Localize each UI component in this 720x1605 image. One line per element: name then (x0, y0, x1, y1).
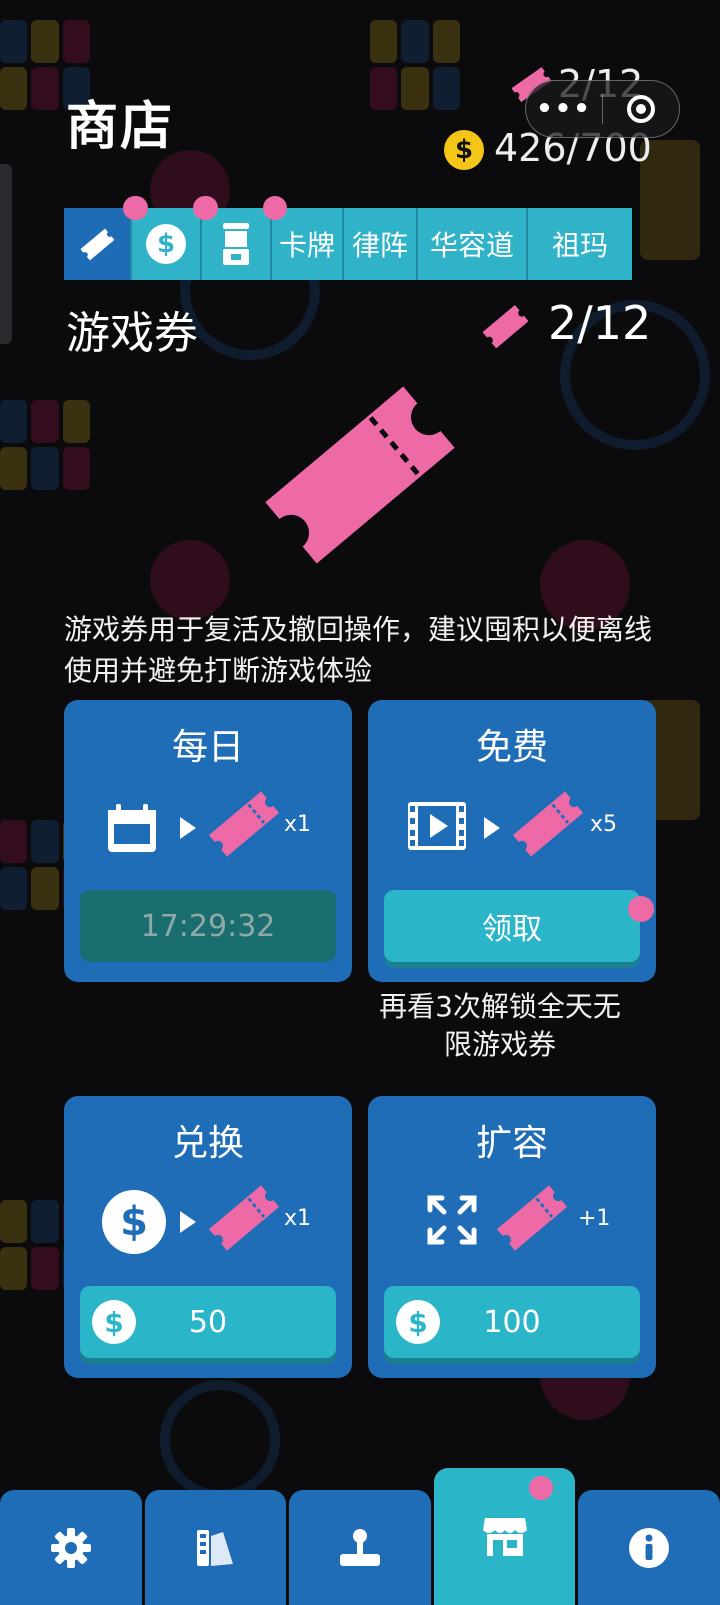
arrow-right-icon (180, 1211, 196, 1233)
exchange-card: 兑换 $ x1 $ 50 (64, 1096, 352, 1378)
daily-card: 每日 x1 17:29:32 (64, 700, 352, 982)
bottom-nav (0, 1468, 720, 1605)
multiplier-label: +1 (578, 1206, 611, 1231)
free-card: 免费 x5 领取 (368, 700, 656, 982)
joystick-icon (339, 1528, 380, 1566)
calendar-icon (108, 804, 156, 852)
more-dots-icon[interactable]: ••• (526, 94, 602, 124)
tab-badge (193, 196, 217, 220)
tab-law[interactable]: 律阵 (344, 208, 418, 280)
arrow-right-icon (180, 817, 196, 839)
ticket-icon (496, 1185, 568, 1251)
page-title: 商店 (66, 97, 175, 157)
section-title: 游戏券 (66, 308, 198, 359)
arrow-right-icon (484, 817, 500, 839)
store-icon (482, 1517, 527, 1556)
nav-info[interactable] (578, 1490, 720, 1605)
expand-icon (427, 1195, 477, 1245)
nav-games[interactable] (289, 1490, 431, 1605)
nav-settings[interactable] (0, 1490, 142, 1605)
price-label: 100 (483, 1304, 541, 1340)
unlock-note: 再看3次解锁全天无限游戏券 (379, 990, 621, 1061)
side-handle[interactable] (0, 164, 12, 344)
nav-themes[interactable] (144, 1490, 287, 1605)
expand-card: 扩容 +1 $ 100 (368, 1096, 656, 1378)
card-title: 免费 (475, 727, 548, 768)
card-title: 扩容 (475, 1123, 548, 1164)
ticket-icon (80, 228, 115, 261)
description-text: 游戏券用于复活及撤回操作，建议囤积以便离线使用并避免打断游戏体验 (64, 613, 653, 687)
coin-icon: $ (146, 224, 186, 264)
info-icon (629, 1527, 670, 1568)
shop-tabs: $ 卡牌 律阵 华容道 祖玛 (64, 196, 632, 280)
tab-klotski[interactable]: 华容道 (418, 208, 528, 280)
daily-timer-button[interactable]: 17:29:32 (80, 890, 336, 962)
tab-badge (123, 196, 147, 220)
card-title: 每日 (171, 727, 244, 768)
claim-button[interactable]: 领取 (384, 890, 640, 962)
card-badge (628, 896, 654, 922)
coin-icon: $ (396, 1300, 440, 1344)
coin-icon: $ (444, 130, 484, 170)
tab-coins[interactable]: $ (124, 196, 202, 280)
gacha-machine-icon (223, 223, 249, 265)
mini-program-capsule: ••• (525, 80, 680, 138)
tab-tickets[interactable] (64, 208, 132, 280)
tab-gacha[interactable] (194, 196, 272, 280)
tab-badge (263, 196, 287, 220)
multiplier-label: x1 (284, 812, 312, 837)
gear-icon (50, 1527, 91, 1568)
video-icon (408, 802, 466, 850)
target-close-icon[interactable] (603, 95, 679, 123)
coin-icon: $ (92, 1300, 136, 1344)
tab-cards[interactable]: 卡牌 (272, 208, 344, 280)
ticket-icon (482, 305, 529, 348)
expand-price-button[interactable]: $ 100 (384, 1286, 640, 1358)
ticket-count: 2/12 (548, 296, 652, 350)
palette-icon (197, 1529, 234, 1566)
price-label: 50 (188, 1304, 228, 1340)
coin-icon: $ (102, 1190, 166, 1254)
tab-zuma[interactable]: 祖玛 (528, 208, 632, 280)
ticket-icon (208, 791, 280, 857)
ticket-icon (208, 1185, 280, 1251)
exchange-price-button[interactable]: $ 50 (80, 1286, 336, 1358)
ticket-icon (512, 791, 584, 857)
multiplier-label: x5 (590, 812, 618, 837)
large-ticket-icon (265, 386, 455, 564)
nav-badge (529, 1476, 554, 1500)
nav-shop[interactable] (433, 1468, 576, 1605)
card-title: 兑换 (171, 1123, 244, 1164)
multiplier-label: x1 (284, 1206, 312, 1231)
